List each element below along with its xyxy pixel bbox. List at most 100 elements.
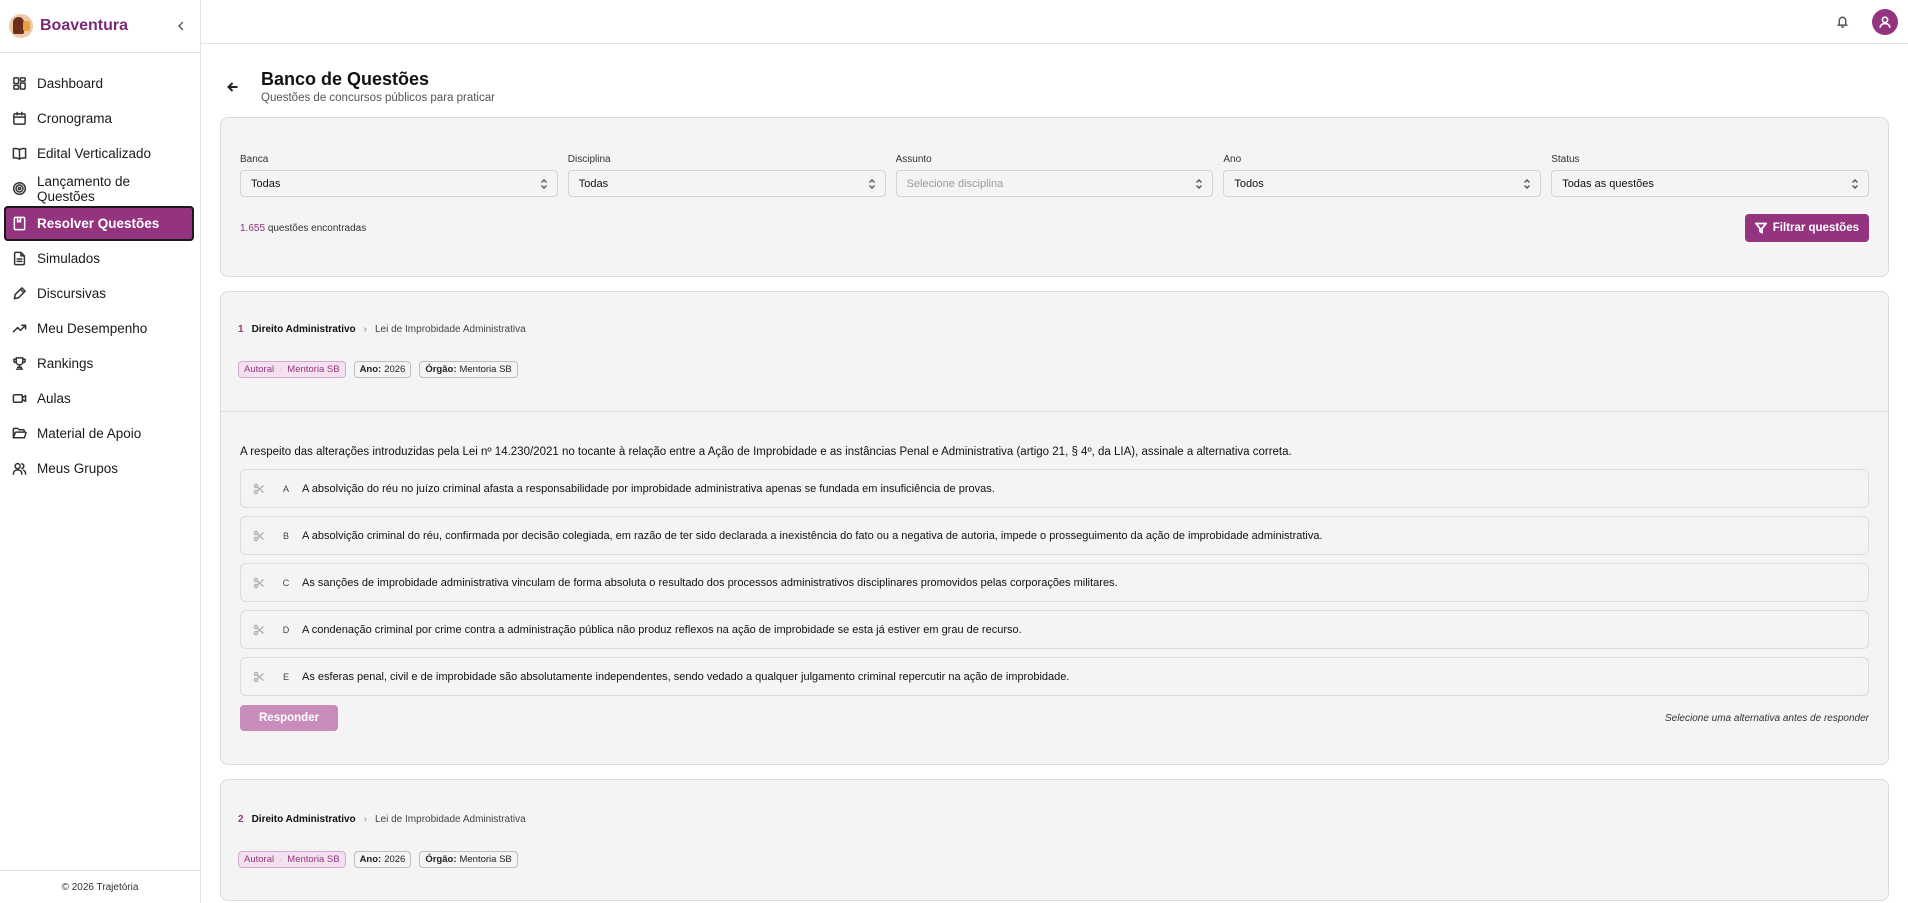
sidebar-item-lancamento[interactable]: Lançamento de Questões: [4, 171, 194, 206]
sidebar-item-aulas[interactable]: Aulas: [4, 381, 194, 416]
filter-questions-button[interactable]: Filtrar questões: [1744, 214, 1869, 242]
question-number: 2: [238, 814, 244, 825]
alternative-d[interactable]: D A condenação criminal por crime contra…: [240, 610, 1869, 649]
page-title: Banco de Questões: [261, 69, 430, 89]
disciplina-select[interactable]: Todas: [567, 170, 886, 197]
results-count-number: 1.655: [240, 222, 266, 234]
tag-orgao-label: Órgão:: [425, 854, 457, 865]
notifications-button[interactable]: [1832, 12, 1852, 32]
tag-ano: Ano: 2026: [353, 851, 412, 868]
tag-orgao-label: Órgão:: [425, 364, 457, 375]
tag-orgao-value: Mentoria SB: [459, 854, 512, 865]
question-tags: Autoral · Mentoria SB Ano: 2026 Órgão: M…: [238, 361, 1871, 378]
sidebar-item-resolver-questoes[interactable]: Resolver Questões: [4, 206, 194, 241]
question-assunto: Lei de Improbidade Administrativa: [375, 814, 526, 825]
scissors-icon[interactable]: [253, 670, 267, 684]
chevrons-up-down-icon: [868, 178, 876, 190]
alternative-a[interactable]: A A absolvição do réu no juízo criminal …: [240, 469, 1869, 508]
alternative-text: As esferas penal, civil e de improbidade…: [302, 670, 1070, 683]
tag-ano-value: 2026: [384, 364, 406, 375]
sidebar-item-label: Dashboard: [37, 76, 104, 91]
tag-orgao: Órgão: Mentoria SB: [419, 851, 518, 868]
answer-button[interactable]: Responder: [240, 705, 339, 731]
sidebar-item-rankings[interactable]: Rankings: [4, 346, 194, 381]
user-avatar-button[interactable]: [1872, 8, 1898, 35]
question-card: 2 Direito Administrativo › Lei de Improb…: [220, 779, 1889, 901]
results-count-text: questões encontradas: [267, 222, 367, 234]
sidebar-item-dashboard[interactable]: Dashboard: [4, 66, 194, 101]
sidebar-item-cronograma[interactable]: Cronograma: [4, 101, 194, 136]
tag-ano-label: Ano:: [359, 364, 382, 375]
scissors-icon[interactable]: [253, 529, 267, 543]
question-breadcrumb: 2 Direito Administrativo › Lei de Improb…: [238, 780, 1871, 825]
dashboard-icon: [13, 77, 26, 90]
tag-ano-label: Ano:: [359, 854, 382, 865]
question-breadcrumb: 1 Direito Administrativo › Lei de Improb…: [238, 292, 1871, 335]
filter-label: Banca: [240, 154, 269, 165]
select-value: Todos: [1234, 177, 1264, 190]
sidebar-item-discursivas[interactable]: Discursivas: [4, 276, 194, 311]
sidebar-item-material[interactable]: Material de Apoio: [4, 416, 194, 451]
alternative-e[interactable]: E As esferas penal, civil e de improbida…: [240, 657, 1869, 696]
filter-label: Disciplina: [567, 154, 611, 165]
sidebar-item-desempenho[interactable]: Meu Desempenho: [4, 311, 194, 346]
filter-ano: Ano Todos: [1223, 154, 1542, 197]
app-root: Boaventura Dashboard Cronograma Edital V…: [0, 0, 1908, 903]
alternative-letter: E: [282, 671, 289, 682]
sidebar-item-grupos[interactable]: Meus Grupos: [4, 451, 194, 486]
sidebar-item-edital[interactable]: Edital Verticalizado: [4, 136, 194, 171]
scissors-icon[interactable]: [253, 623, 267, 637]
chevrons-up-down-icon: [540, 178, 548, 190]
tag-orgao: Órgão: Mentoria SB: [419, 361, 518, 378]
chevrons-up-down-icon: [1523, 178, 1531, 190]
sidebar-nav: Dashboard Cronograma Edital Verticalizad…: [0, 53, 200, 870]
collapse-sidebar-button[interactable]: [171, 16, 191, 36]
main-area: Banco de Questões Questões de concursos …: [201, 0, 1908, 903]
assunto-select[interactable]: Selecione disciplina: [895, 170, 1214, 197]
tag-source: Mentoria SB: [287, 854, 340, 865]
sidebar-item-label: Cronograma: [37, 111, 113, 126]
banca-select[interactable]: Todas: [240, 170, 558, 197]
status-select[interactable]: Todas as questões: [1551, 170, 1869, 197]
question-header: 2 Direito Administrativo › Lei de Improb…: [221, 780, 1888, 900]
sidebar-item-simulados[interactable]: Simulados: [4, 241, 194, 276]
filter-status: Status Todas as questões: [1551, 154, 1869, 197]
page-subtitle: Questões de concursos públicos para prat…: [261, 92, 495, 104]
filter-disciplina: Disciplina Todas: [567, 154, 886, 197]
brand-name: Boaventura: [40, 17, 129, 34]
dot-separator: ·: [279, 854, 283, 865]
calendar-icon: [13, 111, 26, 125]
chevron-left-icon: [178, 21, 184, 31]
scissors-icon[interactable]: [253, 576, 267, 590]
scissors-icon[interactable]: [253, 482, 267, 496]
brand-header: Boaventura: [0, 0, 200, 53]
filter-label: Status: [1551, 154, 1580, 165]
book-open-icon: [12, 147, 27, 160]
filter-label: Ano: [1223, 154, 1242, 165]
question-disciplina: Direito Administrativo: [251, 814, 356, 825]
user-icon: [1879, 15, 1891, 28]
filter-banca: Banca Todas: [240, 154, 558, 197]
sidebar-item-label: Meu Desempenho: [37, 321, 148, 336]
bell-icon: [1836, 16, 1848, 28]
sidebar-item-label: Simulados: [37, 251, 101, 266]
filter-bottom: 1.655 questões encontradas Filtrar quest…: [240, 214, 1869, 242]
alternative-b[interactable]: B A absolvição criminal do réu, confirma…: [240, 516, 1869, 555]
select-value: Selecione disciplina: [906, 177, 1004, 190]
sidebar-item-label: Lançamento de Questões: [37, 173, 131, 204]
sidebar-item-label: Discursivas: [37, 286, 107, 301]
chevrons-up-down-icon: [1851, 178, 1859, 190]
ano-select[interactable]: Todos: [1223, 170, 1542, 197]
back-button[interactable]: [223, 77, 243, 97]
question-assunto: Lei de Improbidade Administrativa: [375, 324, 526, 335]
arrow-left-icon: [227, 82, 238, 92]
brand-logo: [9, 14, 33, 38]
alternative-text: A absolvição criminal do réu, confirmada…: [302, 529, 1323, 542]
sidebar-item-label: Rankings: [37, 356, 94, 371]
question-disciplina: Direito Administrativo: [251, 324, 356, 335]
sidebar-item-label: Edital Verticalizado: [37, 146, 152, 161]
filter-button-label: Filtrar questões: [1772, 222, 1859, 234]
question-footer: Responder Selecione uma alternativa ante…: [240, 705, 1869, 764]
alternative-c[interactable]: C As sanções de improbidade administrati…: [240, 563, 1869, 602]
tag-ano: Ano: 2026: [353, 361, 412, 378]
